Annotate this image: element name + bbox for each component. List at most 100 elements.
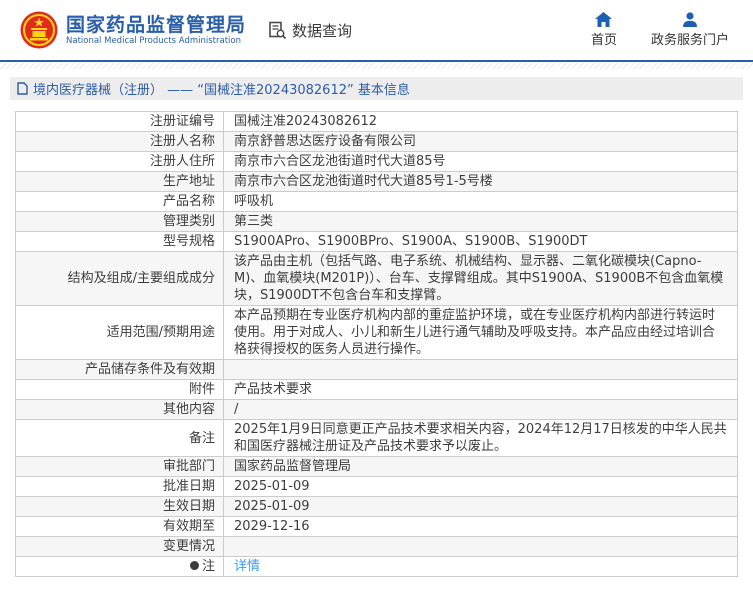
field-label: 注 (16, 557, 224, 577)
detail-link[interactable]: 详情 (234, 559, 260, 574)
table-row: 注册人名称南京舒普思达医疗设备有限公司 (16, 132, 738, 152)
site-logo[interactable]: 国家药品监督管理局 National Medical Products Admi… (20, 11, 246, 49)
site-title: 国家药品监督管理局 (66, 14, 246, 36)
field-label-text: 产品名称 (163, 194, 215, 209)
table-row: 适用范围/预期用途本产品预期在专业医疗机构内部的重症监护环境，或在专业医疗机构内… (16, 306, 738, 360)
table-row: 变更情况 (16, 537, 738, 557)
field-value: 产品技术要求 (224, 380, 738, 400)
field-label-text: 备注 (189, 431, 215, 446)
data-query-tab[interactable]: 数据查询 (268, 20, 352, 41)
registration-info-table: 注册证编号国械注准20243082612注册人名称南京舒普思达医疗设备有限公司注… (15, 111, 738, 577)
document-search-icon (268, 21, 287, 40)
field-label: 产品储存条件及有效期 (16, 360, 224, 380)
table-row: 审批部门国家药品监督管理局 (16, 457, 738, 477)
field-label: 备注 (16, 420, 224, 457)
table-row: 产品储存条件及有效期 (16, 360, 738, 380)
field-value: 南京舒普思达医疗设备有限公司 (224, 132, 738, 152)
user-icon (682, 12, 698, 27)
nav-item-home[interactable]: 首页 (591, 12, 617, 48)
field-label-text: 变更情况 (163, 539, 215, 554)
field-label: 产品名称 (16, 192, 224, 212)
nav-gov-portal-label: 政务服务门户 (651, 29, 729, 48)
field-label: 结构及组成/主要组成成分 (16, 252, 224, 306)
field-label: 注册人住所 (16, 152, 224, 172)
field-label-text: 管理类别 (163, 214, 215, 229)
field-label-text: 生效日期 (163, 499, 215, 514)
brand-text: 国家药品监督管理局 National Medical Products Admi… (66, 14, 246, 47)
field-label: 适用范围/预期用途 (16, 306, 224, 360)
field-label-text: 产品储存条件及有效期 (85, 362, 215, 377)
decorative-stripe-band (0, 63, 753, 69)
table-row: 产品名称呼吸机 (16, 192, 738, 212)
field-value: 第三类 (224, 212, 738, 232)
table-row: 有效期至 2029-12-16 (16, 517, 738, 537)
table-row: 注册人住所南京市六合区龙池街道时代大道85号 (16, 152, 738, 172)
field-value: 该产品由主机（包括气路、电子系统、机械结构、显示器、二氧化碳模块(Capno-M… (224, 252, 738, 306)
field-label-text: 注册证编号 (150, 114, 215, 129)
home-icon (595, 12, 612, 27)
field-value: 详情 (224, 557, 738, 577)
table-row: 注册证编号国械注准20243082612 (16, 112, 738, 132)
nav-home-label: 首页 (591, 29, 617, 48)
field-value: 2025年1月9日同意更正产品技术要求相关内容，2024年12月17日核发的中华… (224, 420, 738, 457)
table-row: 备注 2025年1月9日同意更正产品技术要求相关内容，2024年12月17日核发的… (16, 420, 738, 457)
field-value: 国械注准20243082612 (224, 112, 738, 132)
table-row: 其他内容 / (16, 400, 738, 420)
field-label: 生效日期 (16, 497, 224, 517)
nav-item-gov-portal[interactable]: 政务服务门户 (651, 12, 729, 48)
table-row: 型号规格 S1900APro、S1900BPro、S1900A、S1900B、S1… (16, 232, 738, 252)
table-row: 注 详情 (16, 557, 738, 577)
field-label-text: 注册人住所 (150, 154, 215, 169)
site-subtitle: National Medical Products Administration (66, 36, 246, 47)
field-label: 审批部门 (16, 457, 224, 477)
field-value: 2025-01-09 (224, 477, 738, 497)
field-label: 注册人名称 (16, 132, 224, 152)
field-value: 本产品预期在专业医疗机构内部的重症监护环境，或在专业医疗机构内部进行转运时使用。… (224, 306, 738, 360)
field-label-text: 注 (202, 559, 215, 574)
table-row: 结构及组成/主要组成成分该产品由主机（包括气路、电子系统、机械结构、显示器、二氧… (16, 252, 738, 306)
field-label-text: 附件 (189, 382, 215, 397)
header-nav: 首页 政务服务门户 (591, 12, 743, 48)
data-query-label: 数据查询 (292, 20, 352, 41)
field-label-text: 型号规格 (163, 234, 215, 249)
info-table-body: 注册证编号国械注准20243082612注册人名称南京舒普思达医疗设备有限公司注… (16, 112, 738, 577)
field-label: 型号规格 (16, 232, 224, 252)
field-value: 呼吸机 (224, 192, 738, 212)
field-label: 变更情况 (16, 537, 224, 557)
field-label: 有效期至 (16, 517, 224, 537)
field-label-text: 适用范围/预期用途 (107, 325, 215, 340)
breadcrumb-text: 境内医疗器械（注册） —— “国械注准20243082612” 基本信息 (33, 79, 410, 98)
field-value: 南京市六合区龙池街道时代大道85号1-5号楼 (224, 172, 738, 192)
document-icon (17, 82, 28, 95)
table-row: 批准日期 2025-01-09 (16, 477, 738, 497)
field-label-text: 有效期至 (163, 519, 215, 534)
field-value (224, 537, 738, 557)
field-label: 批准日期 (16, 477, 224, 497)
field-label: 管理类别 (16, 212, 224, 232)
table-row: 生效日期 2025-01-09 (16, 497, 738, 517)
field-label-text: 其他内容 (163, 402, 215, 417)
field-label-text: 注册人名称 (150, 134, 215, 149)
field-value (224, 360, 738, 380)
table-row: 附件产品技术要求 (16, 380, 738, 400)
field-label: 其他内容 (16, 400, 224, 420)
field-label-text: 结构及组成/主要组成成分 (68, 271, 215, 286)
field-value: / (224, 400, 738, 420)
field-label: 注册证编号 (16, 112, 224, 132)
breadcrumb: 境内医疗器械（注册） —— “国械注准20243082612” 基本信息 (10, 77, 743, 100)
table-row: 生产地址南京市六合区龙池街道时代大道85号1-5号楼 (16, 172, 738, 192)
field-label-text: 批准日期 (163, 479, 215, 494)
field-value: 2029-12-16 (224, 517, 738, 537)
field-value: S1900APro、S1900BPro、S1900A、S1900B、S1900D… (224, 232, 738, 252)
table-row: 管理类别第三类 (16, 212, 738, 232)
field-value: 2025-01-09 (224, 497, 738, 517)
field-value: 国家药品监督管理局 (224, 457, 738, 477)
field-label-text: 生产地址 (163, 174, 215, 189)
field-value: 南京市六合区龙池街道时代大道85号 (224, 152, 738, 172)
national-emblem-icon (20, 11, 58, 49)
site-header: 国家药品监督管理局 National Medical Products Admi… (0, 0, 753, 62)
field-label-text: 审批部门 (163, 459, 215, 474)
field-label: 附件 (16, 380, 224, 400)
field-label: 生产地址 (16, 172, 224, 192)
balloon-note-icon (190, 561, 199, 570)
